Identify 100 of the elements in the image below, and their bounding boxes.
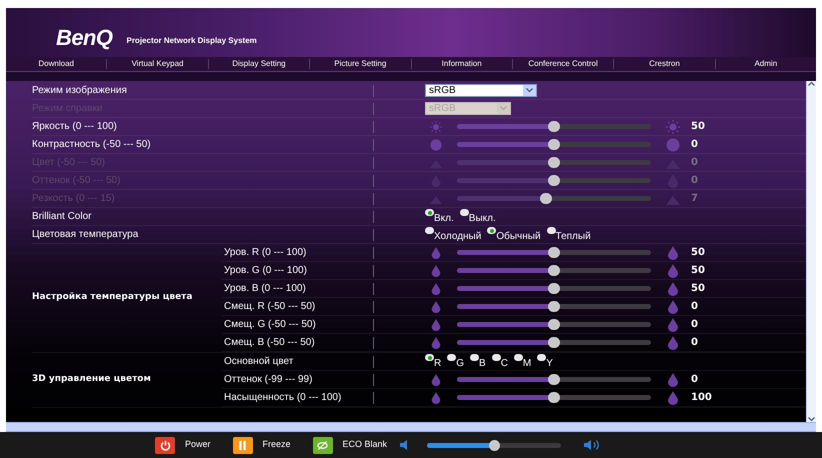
nav-tab[interactable]: Download xyxy=(6,58,106,70)
circle-icon xyxy=(430,138,442,150)
footer-button[interactable]: Power xyxy=(155,436,211,454)
nav-tab[interactable]: Crestron xyxy=(614,58,715,70)
radio-option[interactable]: Обычный xyxy=(487,225,541,244)
setting-label: Контрастность (-50 --- 50) xyxy=(32,138,152,152)
setting-label: Оттенок (-99 --- 99) xyxy=(223,373,314,387)
drop-icon xyxy=(666,264,680,278)
slider-track[interactable] xyxy=(457,124,651,129)
drop-icon xyxy=(430,374,442,386)
volume-thumb[interactable] xyxy=(489,440,500,450)
setting-label: Смещ. R (-50 --- 50) xyxy=(223,300,316,314)
slider-thumb[interactable] xyxy=(548,121,560,132)
nav-tab[interactable]: Virtual Keypad xyxy=(107,58,208,70)
setting-label: Цветовая температура xyxy=(32,228,140,242)
drop-icon xyxy=(666,246,680,260)
slider-thumb[interactable] xyxy=(548,139,560,150)
slider-thumb[interactable] xyxy=(548,319,560,330)
footer-button[interactable]: Freeze xyxy=(232,436,291,454)
logo: BenQ xyxy=(56,27,112,49)
slider-thumb[interactable] xyxy=(548,283,560,294)
drop-icon xyxy=(430,246,442,258)
sun-icon xyxy=(430,120,442,132)
slider-thumb[interactable] xyxy=(548,247,560,258)
nav-tab[interactable]: Conference Control xyxy=(512,58,614,70)
setting-label: Brilliant Color xyxy=(32,210,92,224)
eye-slash-icon xyxy=(312,436,333,454)
footer-button[interactable]: ECO Blank xyxy=(312,436,388,454)
slider-value: 0 xyxy=(691,373,698,387)
slider-thumb[interactable] xyxy=(548,337,560,348)
slider-value: 0 xyxy=(691,156,698,170)
drop-icon xyxy=(666,390,680,404)
slider-value: 7 xyxy=(691,192,698,206)
setting-label: Насыщенность (0 --- 100) xyxy=(223,391,342,405)
vertical-scrollbar[interactable] xyxy=(806,81,816,422)
radio-option[interactable]: G xyxy=(447,352,464,371)
slider-value: 50 xyxy=(691,246,705,260)
slider-track[interactable] xyxy=(457,250,651,255)
setting-label: Уров. R (0 --- 100) xyxy=(223,246,308,260)
slider-track[interactable] xyxy=(457,322,651,327)
nav-tab[interactable]: Admin xyxy=(716,58,816,70)
nav-tab[interactable]: Display Setting xyxy=(208,58,310,70)
slider-track[interactable] xyxy=(457,142,651,147)
horizontal-scrollbar[interactable] xyxy=(6,422,816,432)
slider-thumb[interactable] xyxy=(548,265,560,276)
sun-icon xyxy=(666,120,680,134)
nav-tab[interactable]: Picture Setting xyxy=(310,58,410,70)
slider-value: 100 xyxy=(691,391,712,405)
slider-value: 0 xyxy=(691,138,698,152)
scroll-up-icon[interactable] xyxy=(807,81,816,87)
caret-icon xyxy=(523,85,536,96)
slider-track[interactable] xyxy=(457,395,651,400)
radio-option[interactable]: Вкл. xyxy=(425,207,454,226)
slider-value: 50 xyxy=(691,264,705,278)
app-title: Projector Network Display System xyxy=(126,35,257,47)
radio-option[interactable]: M xyxy=(514,352,532,371)
slider-track[interactable] xyxy=(457,340,651,345)
drop-icon xyxy=(430,392,442,404)
drop-icon xyxy=(666,336,680,350)
radio-option[interactable]: C xyxy=(492,352,508,371)
slider-value: 0 xyxy=(691,174,698,188)
slider-value: 50 xyxy=(691,120,705,134)
group-label: 3D управление цветом xyxy=(32,373,152,386)
setting-label: Уров. G (0 --- 100) xyxy=(223,264,308,278)
radio-option[interactable]: R xyxy=(425,352,442,371)
setting-label: Режим изображения xyxy=(32,84,128,98)
setting-label: Основной цвет xyxy=(223,355,294,369)
power-icon xyxy=(155,436,175,454)
drop-icon xyxy=(430,318,442,330)
slider-track[interactable] xyxy=(457,377,651,382)
slider-track[interactable] xyxy=(457,304,651,309)
drop-icon xyxy=(666,318,680,332)
speaker-icon xyxy=(399,440,410,450)
radio-option[interactable]: Теплый xyxy=(546,225,591,244)
radio-option[interactable]: Холодный xyxy=(425,225,482,244)
volume-slider[interactable] xyxy=(427,442,562,448)
scroll-down-icon[interactable] xyxy=(807,416,816,422)
slider-value: 0 xyxy=(691,300,698,314)
drop-icon xyxy=(666,282,680,296)
drop-icon xyxy=(430,264,442,276)
pause-icon xyxy=(232,436,253,454)
drop-icon xyxy=(666,300,680,314)
nav-tab[interactable]: Information xyxy=(412,58,512,70)
group-label: Настройка температуры цвета xyxy=(32,291,194,304)
slider-track[interactable] xyxy=(457,268,651,273)
drop-icon xyxy=(430,336,442,348)
slider-value: 50 xyxy=(691,282,705,296)
caret-icon xyxy=(497,103,510,114)
setting-label: Яркость (0 --- 100) xyxy=(32,120,118,134)
radio-option[interactable]: Y xyxy=(537,352,553,371)
slider-thumb[interactable] xyxy=(548,392,560,403)
slider-thumb[interactable] xyxy=(548,301,560,312)
drop-icon xyxy=(666,372,680,386)
circle-icon xyxy=(666,138,680,152)
radio-option[interactable]: Выкл. xyxy=(460,207,496,226)
setting-label: Уров. B (0 --- 100) xyxy=(223,282,307,296)
slider-track[interactable] xyxy=(457,286,651,291)
radio-option[interactable]: B xyxy=(470,352,486,371)
select-dropdown[interactable]: sRGB xyxy=(425,84,537,97)
slider-thumb[interactable] xyxy=(548,374,560,385)
